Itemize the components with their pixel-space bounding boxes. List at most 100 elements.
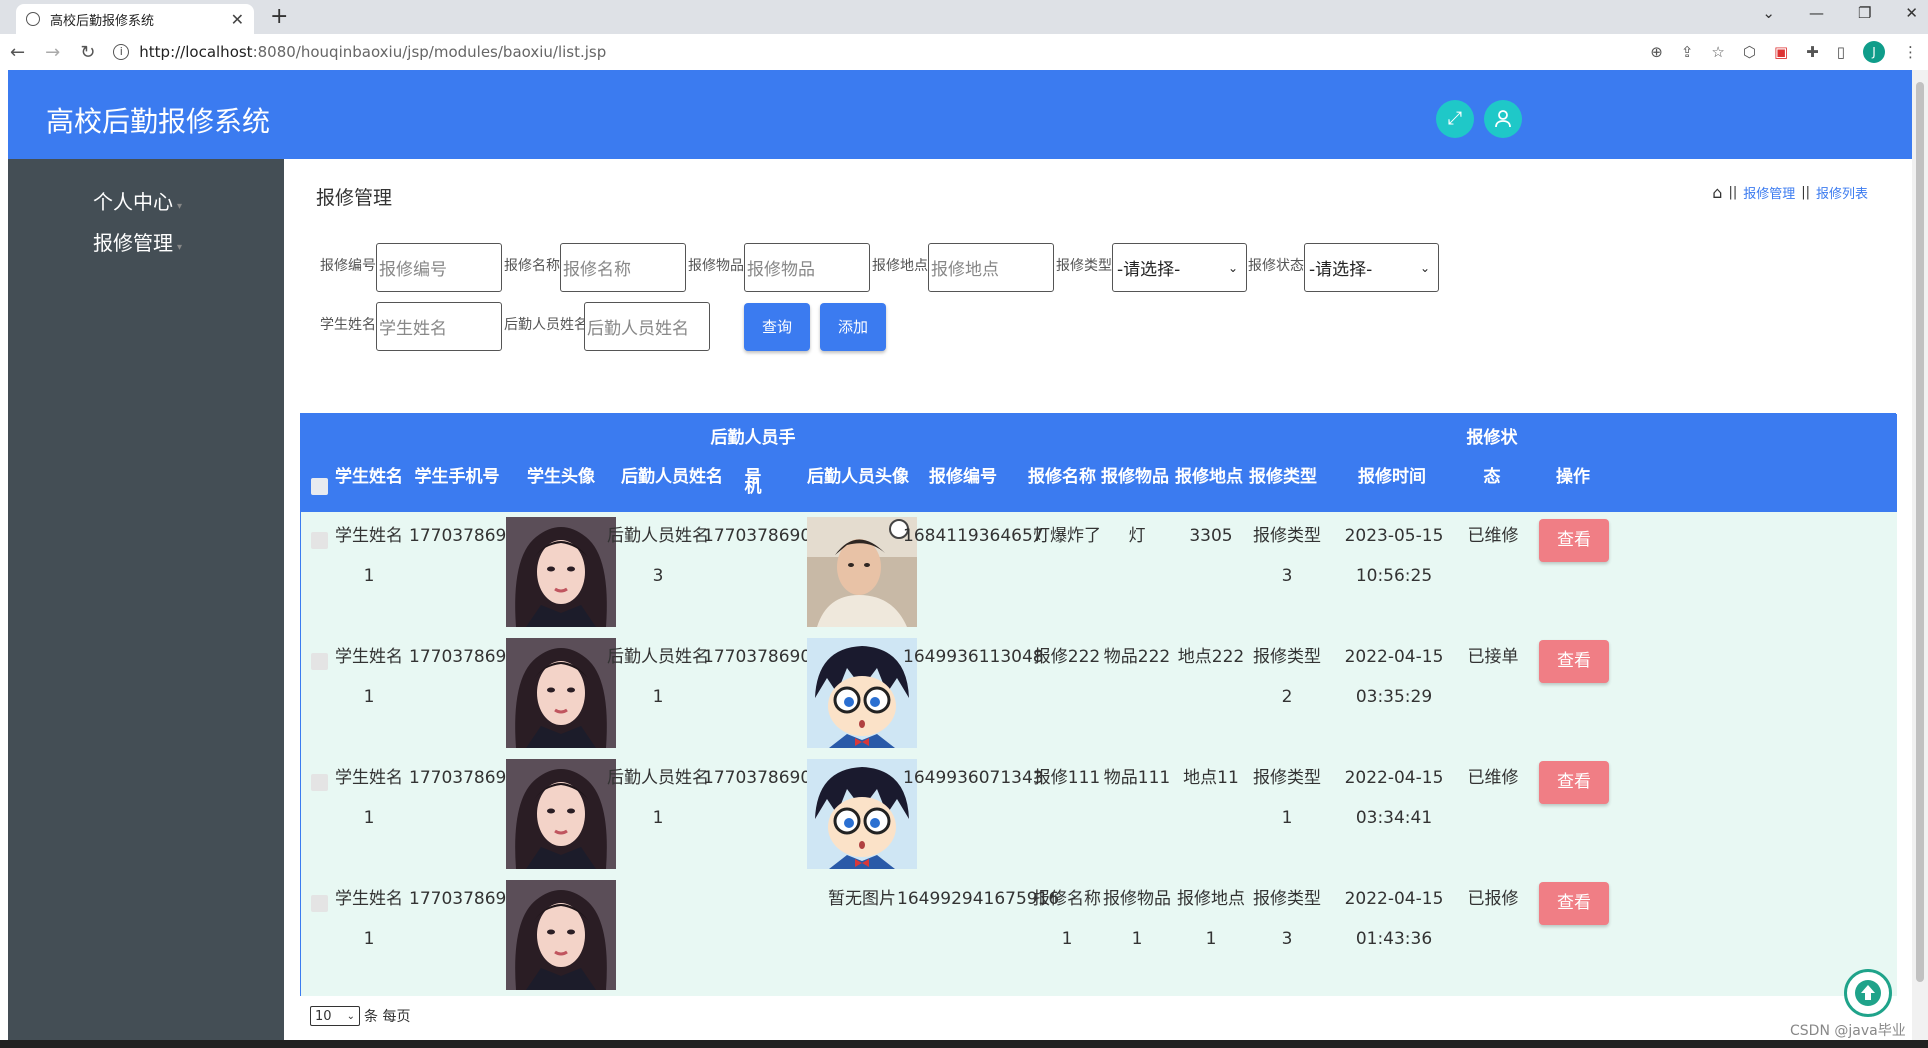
breadcrumb-separator: ||: [1728, 185, 1738, 200]
repair-item-input[interactable]: 报修物品: [744, 243, 870, 292]
repair-type-cell-cont: 3: [1281, 566, 1293, 586]
info-icon[interactable]: i: [113, 44, 130, 60]
sidepanel-icon[interactable]: ▯: [1837, 43, 1845, 61]
col-repair-type[interactable]: 报修类型: [1247, 453, 1319, 502]
sidebar: 个人中心 ▾ 报修管理 ▾: [8, 159, 284, 1040]
breadcrumb-item[interactable]: 报修管理: [1743, 183, 1795, 202]
extension-icon[interactable]: ⬡: [1743, 43, 1756, 61]
watermark: CSDN @java毕业: [1790, 1023, 1906, 1039]
table-row: 学生姓名 1 17703786901 后勤人员姓名 1 17703786901 …: [301, 754, 1897, 875]
repair-place-input[interactable]: 报修地点: [928, 243, 1054, 292]
row-checkbox[interactable]: [311, 774, 328, 791]
reload-icon[interactable]: ↻: [80, 42, 95, 63]
staff-phone-cell: 17703786901: [703, 768, 822, 788]
col-repair-item[interactable]: 报修物品: [1099, 453, 1171, 502]
repair-place-cell: 3305: [1189, 526, 1233, 546]
page-size-value: 10: [315, 1008, 332, 1024]
table-row: 学生姓名 1 17703786901 后勤人员姓名 1 17703786901 …: [301, 633, 1897, 754]
menu-icon[interactable]: ⋮: [1903, 43, 1918, 61]
fullscreen-icon[interactable]: ⤢: [1436, 100, 1474, 138]
top-navbar: 高校后勤报修系统 ⤢: [8, 70, 1912, 159]
add-button[interactable]: 添加: [820, 303, 886, 351]
view-button[interactable]: 查看: [1539, 761, 1609, 804]
breadcrumb-item[interactable]: 报修列表: [1816, 183, 1868, 202]
repair-status-select[interactable]: -请选择- ⌄: [1304, 243, 1439, 292]
user-icon[interactable]: [1484, 100, 1522, 138]
repair-name-cell: 报修111: [1033, 768, 1101, 788]
puzzle-icon[interactable]: ✚: [1806, 43, 1819, 61]
col-repair-name[interactable]: 报修名称: [1027, 453, 1097, 502]
student-name-cell-cont: 1: [363, 687, 375, 707]
repair-item-cell-cont: 1: [1131, 929, 1143, 949]
col-repair-time[interactable]: 报修时间: [1329, 453, 1455, 502]
profile-avatar[interactable]: J: [1863, 41, 1885, 63]
new-tab-icon[interactable]: +: [270, 4, 288, 29]
tab-search-icon[interactable]: ⌄: [1762, 4, 1775, 22]
forward-icon[interactable]: →: [45, 42, 60, 63]
row-checkbox[interactable]: [311, 653, 328, 670]
staff-avatar-cartoon: [807, 759, 917, 869]
col-staff-avatar: 后勤人员头像: [807, 467, 909, 487]
col-repair-place[interactable]: 报修地点: [1173, 453, 1245, 502]
col-student-name[interactable]: 学生姓名: [335, 453, 403, 502]
select-value: -请选择-: [1117, 260, 1181, 280]
col-student-phone[interactable]: 学生手机号: [409, 453, 505, 502]
page-size-select[interactable]: 10 ⌄: [310, 1006, 360, 1026]
repair-no-input[interactable]: 报修编号: [376, 243, 502, 292]
row-checkbox[interactable]: [311, 895, 328, 912]
site-icon: [26, 12, 40, 26]
taskbar-edge: [0, 1040, 1928, 1048]
repair-no-cell: 164992941675916: [897, 889, 1060, 909]
browser-tab[interactable]: 高校后勤报修系统 ✕: [16, 4, 254, 34]
student-avatar: [506, 880, 616, 990]
repair-name-input[interactable]: 报修名称: [560, 243, 686, 292]
page-scrollbar[interactable]: [1912, 70, 1928, 1040]
close-tab-icon[interactable]: ✕: [231, 10, 244, 29]
zoom-icon[interactable]: ⊕: [1650, 43, 1663, 61]
select-all-checkbox[interactable]: [311, 478, 328, 495]
row-checkbox[interactable]: [311, 532, 328, 549]
url-host: http://localhost: [139, 43, 253, 61]
scroll-to-top-button[interactable]: [1844, 969, 1892, 1017]
col-repair-no[interactable]: 报修编号: [901, 453, 1025, 502]
repair-time-cell: 10:56:25: [1355, 566, 1433, 586]
main-content: 报修管理 ⌂ || 报修管理 || 报修列表 报修编号 报修编号 报修名称 报修…: [284, 159, 1897, 1040]
share-icon[interactable]: ⇪: [1681, 43, 1694, 61]
status-badge: 已维修: [1467, 768, 1519, 788]
url-path: :8080/houqinbaoxiu/jsp/modules/baoxiu/li…: [252, 43, 607, 61]
query-button[interactable]: 查询: [744, 303, 810, 351]
staff-phone-cell: 17703786903: [703, 526, 822, 546]
close-window-icon[interactable]: ✕: [1905, 4, 1918, 22]
address-bar[interactable]: i http://localhost:8080/houqinbaoxiu/jsp…: [113, 38, 1650, 66]
scrollbar-thumb[interactable]: [1916, 82, 1924, 982]
table-row: 学生姓名 1 17703786901 后勤人员姓名 3 17703786903 …: [301, 512, 1897, 633]
sidebar-item-repair-management[interactable]: 报修管理 ▾: [93, 227, 182, 256]
restore-icon[interactable]: ❐: [1858, 4, 1871, 22]
table-header: 学生姓名 学生手机号 学生头像 后勤人员姓名 后勤人员手机 号 后勤人员头像 报…: [301, 414, 1897, 512]
repair-time-cell: 01:43:36: [1355, 929, 1433, 949]
back-icon[interactable]: ←: [10, 42, 25, 63]
staff-name-cell-cont: 3: [652, 566, 664, 586]
sidebar-item-label: 个人中心: [93, 190, 173, 214]
view-button[interactable]: 查看: [1539, 882, 1609, 925]
repair-name-cell-cont: 1: [1061, 929, 1073, 949]
student-avatar: [506, 759, 616, 869]
pagination: 10 ⌄ 条 每页: [310, 1006, 410, 1026]
staff-name-input[interactable]: 后勤人员姓名: [584, 302, 710, 351]
filter-label: 报修名称: [504, 258, 560, 274]
brand-title: 高校后勤报修系统: [46, 105, 271, 138]
student-name-input[interactable]: 学生姓名: [376, 302, 502, 351]
minimize-icon[interactable]: —: [1809, 4, 1824, 22]
repair-place-cell: 地点222: [1177, 647, 1245, 667]
home-icon[interactable]: ⌂: [1712, 183, 1722, 202]
col-student-avatar: 学生头像: [527, 467, 595, 487]
bookmark-star-icon[interactable]: ☆: [1711, 43, 1724, 61]
sidebar-item-personal-center[interactable]: 个人中心 ▾: [93, 186, 182, 215]
caret-down-icon: ▾: [177, 242, 183, 253]
filter-label: 学生姓名: [320, 317, 376, 333]
view-button[interactable]: 查看: [1539, 640, 1609, 683]
repair-type-select[interactable]: -请选择- ⌄: [1112, 243, 1247, 292]
pdf-extension-icon[interactable]: ▣: [1774, 43, 1788, 61]
view-button[interactable]: 查看: [1539, 519, 1609, 562]
col-staff-phone-cont: 号: [744, 467, 762, 487]
